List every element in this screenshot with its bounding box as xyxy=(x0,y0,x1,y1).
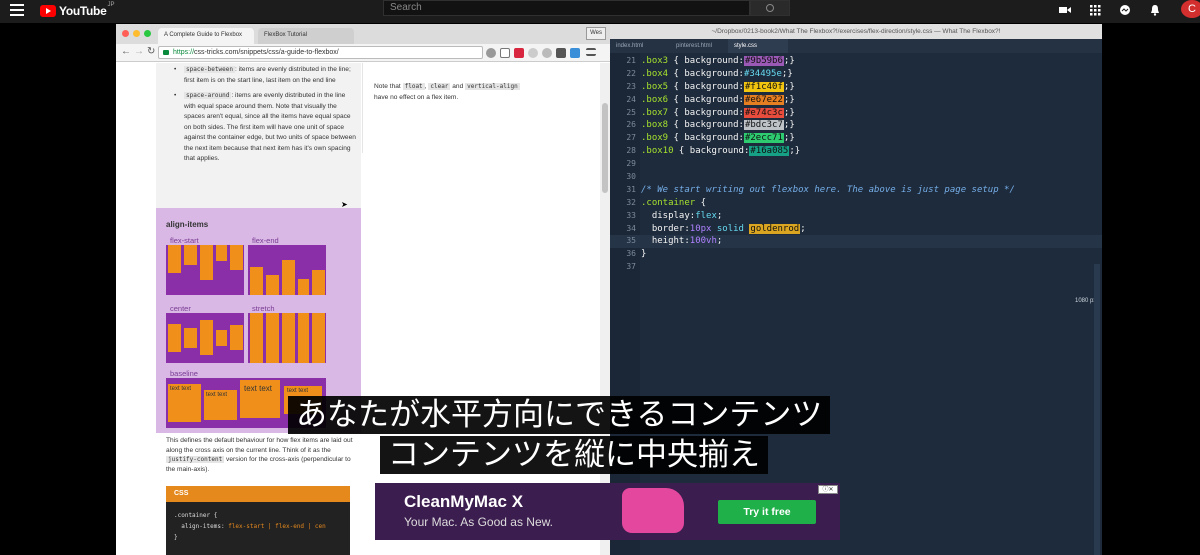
lock-icon xyxy=(163,50,169,55)
layers-icon[interactable] xyxy=(556,48,566,58)
ad-close-icon[interactable]: ⓘ✕ xyxy=(818,485,838,494)
browser-menu-icon[interactable] xyxy=(586,48,596,56)
list-item: space-between: items are evenly distribu… xyxy=(168,65,358,86)
code-line: 22 .box4 { background:#34495e;} xyxy=(626,68,793,79)
profile-button[interactable]: Wes xyxy=(586,27,606,40)
code-line: 24 .box6 { background:#e67e22;} xyxy=(626,94,795,105)
demo-label-stretch: stretch xyxy=(252,304,275,313)
code-line: 30 xyxy=(626,172,636,182)
demo-flex-start xyxy=(166,245,244,295)
avatar[interactable]: C xyxy=(1181,0,1200,18)
extension-blue-icon[interactable] xyxy=(570,48,580,58)
code-lines[interactable]: 21 .box3 { background:#9b59b6;} 22 .box4 {… xyxy=(610,55,1102,274)
code-line: 23 .box5 { background:#f1c40f;} xyxy=(626,81,795,92)
tab-index-html[interactable]: index.html xyxy=(610,39,666,53)
browser-tabstrip: A Complete Guide to Flexbox FlexBox Tuto… xyxy=(116,24,610,44)
minimize-window-icon[interactable] xyxy=(133,30,140,37)
list-item: space-around: items are evenly distribut… xyxy=(168,91,358,165)
editor-scrollbar[interactable] xyxy=(1094,264,1100,555)
demo-label-flex-end: flex-end xyxy=(252,236,279,245)
subtitle-line-2: コンテンツを縦に中央揃え xyxy=(380,436,768,474)
ad-title: CleanMyMac X xyxy=(404,492,524,511)
browser-toolbar: ← → ↻ https://css-tricks.com/snippets/cs… xyxy=(116,44,610,62)
try-it-free-button[interactable]: Try it free xyxy=(718,500,816,524)
article-column: space-between: items are evenly distribu… xyxy=(156,63,361,555)
upload-video-icon[interactable] xyxy=(1058,4,1072,16)
extension-red-icon[interactable] xyxy=(514,48,524,58)
back-arrow-icon[interactable]: ← xyxy=(121,47,131,57)
code-line: 28 .box10 { background:#16a085;} xyxy=(626,146,801,157)
cleanmymac-logo-icon xyxy=(622,488,684,533)
code-line: 34 border:10px solid goldenrod; xyxy=(626,223,806,234)
apps-grid-icon[interactable] xyxy=(1088,4,1102,16)
messages-icon[interactable] xyxy=(1118,4,1132,16)
ad-tagline: Your Mac. As Good as New. xyxy=(404,515,553,529)
youtube-play-icon xyxy=(40,5,56,17)
tab-style-css[interactable]: style.css xyxy=(728,39,788,53)
demo-stretch xyxy=(248,313,326,363)
ad-banner[interactable]: CleanMyMac X Your Mac. As Good as New. T… xyxy=(375,483,840,540)
code-line: 37 xyxy=(626,262,636,272)
browser-window: A Complete Guide to Flexbox FlexBox Tuto… xyxy=(116,24,610,555)
star-icon[interactable] xyxy=(500,48,510,58)
tab-pinterest-html[interactable]: pinterest.html xyxy=(670,39,730,53)
code-line: 36} xyxy=(626,249,647,260)
code-line-current: 35 height:100vh; xyxy=(610,235,1102,249)
forward-arrow-icon[interactable]: → xyxy=(134,47,144,57)
notifications-bell-icon[interactable] xyxy=(1148,4,1162,16)
properties-note: Note that float, clear and vertical-alig… xyxy=(374,83,520,101)
code-line: 26 .box8 { background:#bdc3c7;} xyxy=(626,120,795,131)
code-editor: ~/Dropbox/0213-book2/What The Flexbox?!/… xyxy=(610,24,1102,555)
code-line: 25 .box7 { background:#e74c3c;} xyxy=(626,107,795,118)
youtube-logo[interactable]: YouTube JP xyxy=(40,2,114,20)
editor-tabs: index.html pinterest.html style.css xyxy=(610,39,1102,53)
extension-circle-icon[interactable] xyxy=(542,48,552,58)
demo-center xyxy=(166,313,244,363)
reload-icon[interactable]: ↻ xyxy=(147,47,155,57)
maximize-window-icon[interactable] xyxy=(144,30,151,37)
page-scrollbar[interactable] xyxy=(600,63,610,555)
align-items-description: This defines the default behaviour for h… xyxy=(166,437,353,473)
shield-icon[interactable] xyxy=(486,48,496,58)
page-content: space-between: items are evenly distribu… xyxy=(116,63,610,555)
code-line: 33 display:flex; xyxy=(626,210,723,221)
close-window-icon[interactable] xyxy=(122,30,129,37)
css-code-card: CSS .container { align-items: flex-start… xyxy=(166,486,350,555)
code-line: 32 .container { xyxy=(626,197,707,208)
demo-flex-end xyxy=(248,245,326,295)
code-line: 27 .box9 { background:#2ecc71;} xyxy=(626,133,795,144)
code-line: 21 .box3 { background:#9b59b6;} xyxy=(626,56,795,66)
menu-icon[interactable] xyxy=(10,4,24,18)
code-snippet: .container { align-items: flex-start | f… xyxy=(174,512,326,541)
demo-label-flex-start: flex-start xyxy=(170,236,199,245)
editor-title: ~/Dropbox/0213-book2/What The Flexbox?!/… xyxy=(610,24,1102,39)
demo-label-baseline: baseline xyxy=(170,369,198,378)
address-bar[interactable]: https://css-tricks.com/snippets/css/a-gu… xyxy=(158,46,483,59)
extension-gray-icon[interactable] xyxy=(528,48,538,58)
code-line: 29 xyxy=(626,159,636,169)
section-title: align-items xyxy=(166,220,209,229)
demo-label-center: center xyxy=(170,304,191,313)
tab-flexbox-guide[interactable]: A Complete Guide to Flexbox xyxy=(158,28,254,44)
tab-flexbox-tutorial[interactable]: FlexBox Tutorial xyxy=(258,28,354,44)
youtube-top-bar: YouTube JP Search C xyxy=(0,0,1200,23)
search-input[interactable]: Search xyxy=(383,0,750,16)
justify-content-list: space-between: items are evenly distribu… xyxy=(168,65,358,170)
subtitle-line-1: あなたが水平方向にできるコンテンツ xyxy=(288,396,831,434)
code-line: 31/* We start writing out flexbox here. … xyxy=(626,184,1015,195)
search-button[interactable] xyxy=(750,0,790,16)
